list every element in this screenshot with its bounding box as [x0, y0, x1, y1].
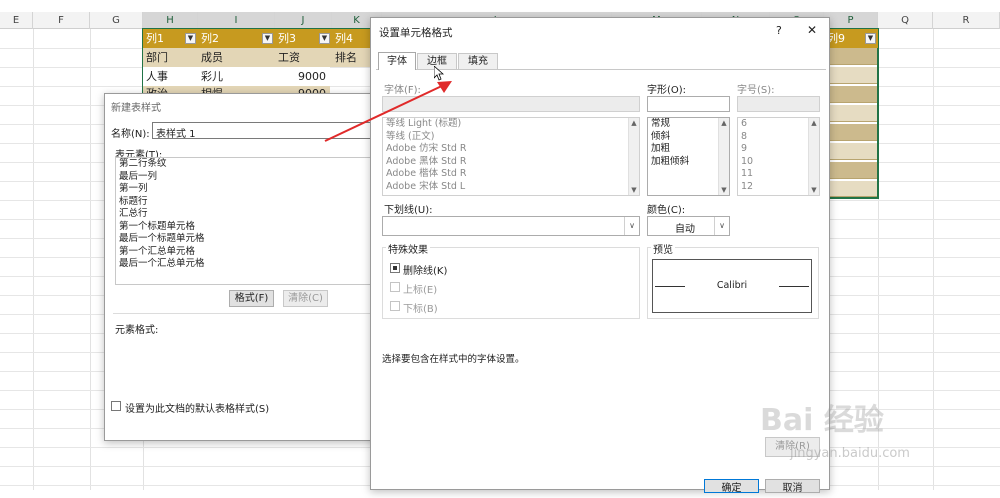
baidu-watermark-logo: Bai 经验: [760, 403, 884, 438]
watermark-url: jingyan.baidu.com: [790, 446, 910, 461]
mouse-cursor-icon: [434, 66, 444, 81]
